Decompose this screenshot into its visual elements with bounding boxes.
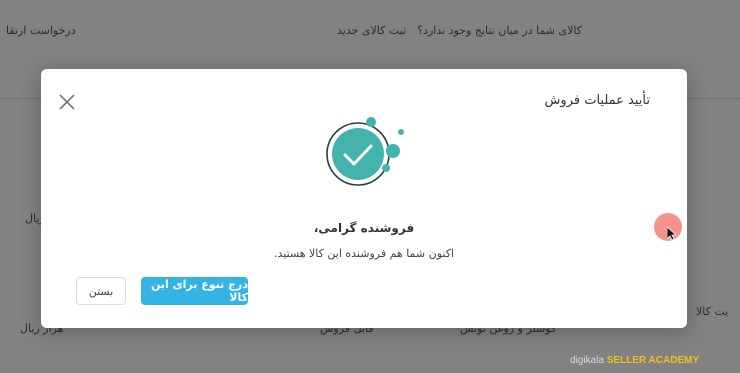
- sale-confirmation-modal: تأیید عملیات فروش فروشنده گرامی، اکنون ش…: [41, 69, 687, 328]
- greeting-text: فروشنده گرامی،: [313, 221, 415, 235]
- add-variant-button[interactable]: درج تنوع برای این کالا: [141, 277, 248, 305]
- close-icon[interactable]: [58, 93, 76, 111]
- mouse-cursor-icon: [666, 226, 678, 245]
- check-circle-icon: [323, 114, 405, 192]
- watermark: digikala SELLER ACADEMY: [570, 355, 699, 366]
- confirmation-message: اکنون شما هم فروشنده این کالا هستید.: [274, 247, 454, 260]
- watermark-academy: SELLER ACADEMY: [606, 355, 700, 366]
- close-button[interactable]: بستن: [76, 277, 126, 305]
- watermark-brand: digikala: [570, 355, 604, 366]
- modal-title: تأیید عملیات فروش: [544, 93, 650, 108]
